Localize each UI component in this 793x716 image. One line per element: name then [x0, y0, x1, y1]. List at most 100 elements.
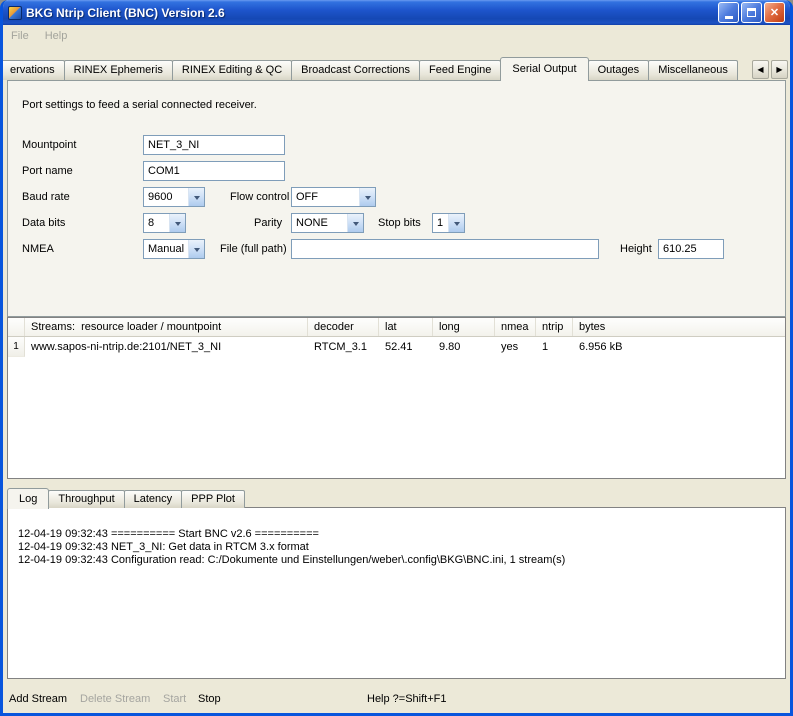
parity-value: NONE: [292, 217, 347, 229]
log-line: 12-04-19 09:32:43 ========== Start BNC v…: [18, 528, 775, 541]
cell-mountpoint: www.sapos-ni-ntrip.de:2101/NET_3_NI: [25, 337, 308, 357]
tab-ppp-plot[interactable]: PPP Plot: [181, 490, 245, 508]
column-header-long: long: [433, 318, 495, 336]
height-label: Height: [620, 239, 652, 259]
parity-label: Parity: [254, 213, 282, 233]
panel-description: Port settings to feed a serial connected…: [22, 99, 257, 111]
window-controls: ✕: [718, 2, 785, 23]
tab-scroll-buttons: ◀ ▶: [750, 60, 788, 80]
flow-control-select[interactable]: OFF: [291, 187, 376, 207]
flow-control-value: OFF: [292, 191, 359, 203]
flow-control-label: Flow control: [230, 187, 289, 207]
column-header-bytes: bytes: [573, 318, 785, 336]
baud-rate-select[interactable]: 9600: [143, 187, 205, 207]
tab-throughput[interactable]: Throughput: [48, 490, 124, 508]
app-icon: [8, 6, 22, 20]
column-header-lat: lat: [379, 318, 433, 336]
chevron-down-icon: [365, 196, 371, 203]
nmea-dropdown-button[interactable]: [188, 240, 204, 258]
streams-table: Streams: resource loader / mountpoint de…: [7, 317, 786, 479]
cell-long: 9.80: [433, 337, 495, 357]
streams-table-header: Streams: resource loader / mountpoint de…: [8, 318, 785, 337]
header-corner: [8, 318, 25, 336]
chevron-down-icon: [194, 248, 200, 255]
mountpoint-input[interactable]: [143, 135, 285, 155]
menu-help[interactable]: Help: [45, 30, 68, 42]
tab-feed-engine[interactable]: Feed Engine: [419, 60, 501, 80]
chevron-down-icon: [175, 222, 181, 229]
stop-bits-dropdown-button[interactable]: [448, 214, 464, 232]
baud-rate-dropdown-button[interactable]: [188, 188, 204, 206]
tab-rinex-editing-qc[interactable]: RINEX Editing & QC: [172, 60, 292, 80]
nmea-value: Manual: [144, 243, 188, 255]
tab-rinex-ephemeris[interactable]: RINEX Ephemeris: [64, 60, 173, 80]
data-bits-label: Data bits: [22, 213, 65, 233]
bottom-tab-bar: Log Throughput Latency PPP Plot: [7, 487, 786, 508]
data-bits-select[interactable]: 8: [143, 213, 186, 233]
cell-nmea: yes: [495, 337, 536, 357]
stop-bits-label: Stop bits: [378, 213, 421, 233]
file-path-input[interactable]: [291, 239, 599, 259]
file-path-label: File (full path): [220, 239, 287, 259]
tab-outages[interactable]: Outages: [588, 60, 650, 80]
minimize-icon: [725, 16, 733, 19]
data-bits-value: 8: [144, 217, 169, 229]
menu-file[interactable]: File: [11, 30, 29, 42]
baud-rate-label: Baud rate: [22, 187, 70, 207]
tab-bar: ervations RINEX Ephemeris RINEX Editing …: [3, 57, 788, 80]
tab-observations[interactable]: ervations: [0, 60, 65, 80]
chevron-down-icon: [353, 222, 359, 229]
app-window: BKG Ntrip Client (BNC) Version 2.6 ✕ Fil…: [0, 0, 793, 716]
port-name-input[interactable]: [143, 161, 285, 181]
baud-rate-value: 9600: [144, 191, 188, 203]
parity-dropdown-button[interactable]: [347, 214, 363, 232]
stop-bits-select[interactable]: 1: [432, 213, 465, 233]
nmea-select[interactable]: Manual: [143, 239, 205, 259]
flow-control-dropdown-button[interactable]: [359, 188, 375, 206]
port-name-label: Port name: [22, 161, 73, 181]
log-output[interactable]: 12-04-19 09:32:43 ========== Start BNC v…: [7, 507, 786, 679]
cell-ntrip: 1: [536, 337, 573, 357]
maximize-icon: [747, 8, 756, 17]
column-header-nmea: nmea: [495, 318, 536, 336]
tab-scroll-right-icon[interactable]: ▶: [771, 60, 788, 79]
log-line: 12-04-19 09:32:43 Configuration read: C:…: [18, 554, 775, 567]
nmea-label: NMEA: [22, 239, 54, 259]
tab-scroll-left-icon[interactable]: ◀: [752, 60, 769, 79]
tab-serial-output[interactable]: Serial Output: [500, 57, 588, 81]
parity-select[interactable]: NONE: [291, 213, 364, 233]
row-number: 1: [8, 337, 25, 357]
maximize-button[interactable]: [741, 2, 762, 23]
column-header-ntrip: ntrip: [536, 318, 573, 336]
stop-bits-value: 1: [433, 217, 448, 229]
column-header-mountpoint: Streams: resource loader / mountpoint: [25, 318, 308, 336]
minimize-button[interactable]: [718, 2, 739, 23]
stop-button[interactable]: Stop: [198, 691, 221, 707]
close-icon: ✕: [770, 6, 779, 19]
cell-bytes: 6.956 kB: [573, 337, 785, 357]
help-hint-label: Help ?=Shift+F1: [367, 691, 447, 707]
close-button[interactable]: ✕: [764, 2, 785, 23]
height-input[interactable]: [658, 239, 724, 259]
data-bits-dropdown-button[interactable]: [169, 214, 185, 232]
chevron-down-icon: [194, 196, 200, 203]
tab-broadcast-corrections[interactable]: Broadcast Corrections: [291, 60, 420, 80]
serial-output-panel: Port settings to feed a serial connected…: [7, 80, 786, 317]
footer-button-bar: Add Stream Delete Stream Start Stop Help…: [3, 691, 790, 707]
table-row[interactable]: 1 www.sapos-ni-ntrip.de:2101/NET_3_NI RT…: [8, 337, 785, 357]
client-area: File Help ervations RINEX Ephemeris RINE…: [3, 25, 790, 713]
cell-lat: 52.41: [379, 337, 433, 357]
tab-miscellaneous[interactable]: Miscellaneous: [648, 60, 738, 80]
start-button: Start: [163, 691, 186, 707]
titlebar[interactable]: BKG Ntrip Client (BNC) Version 2.6 ✕: [3, 0, 790, 25]
tab-log[interactable]: Log: [7, 488, 49, 509]
column-header-decoder: decoder: [308, 318, 379, 336]
window-title: BKG Ntrip Client (BNC) Version 2.6: [26, 6, 714, 20]
tab-latency[interactable]: Latency: [124, 490, 183, 508]
add-stream-button[interactable]: Add Stream: [9, 691, 67, 707]
log-line: 12-04-19 09:32:43 NET_3_NI: Get data in …: [18, 541, 775, 554]
delete-stream-button: Delete Stream: [80, 691, 150, 707]
menubar: File Help: [3, 25, 790, 47]
cell-decoder: RTCM_3.1: [308, 337, 379, 357]
chevron-down-icon: [454, 222, 460, 229]
